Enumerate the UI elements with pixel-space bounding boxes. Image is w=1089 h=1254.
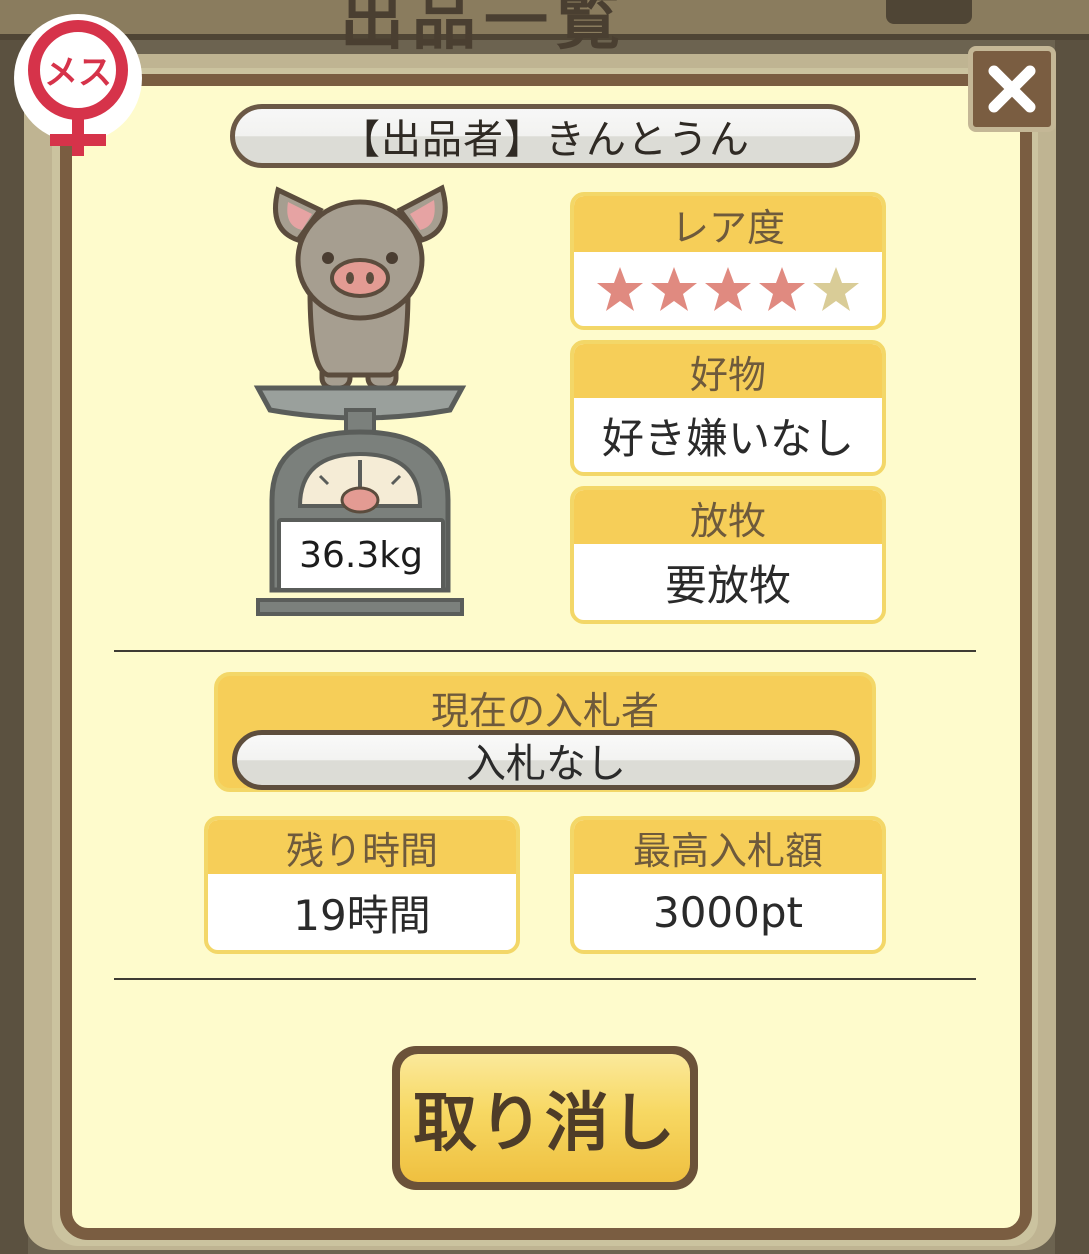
max-bid-label: 最高入札額 [574, 820, 882, 874]
weight-value: 36.3kg [299, 534, 423, 576]
star-rating [595, 265, 861, 313]
time-left-value: 19時間 [293, 890, 431, 940]
cancel-button-label: 取り消し [413, 1087, 677, 1161]
favorite-food-value: 好き嫌いなし [601, 413, 854, 463]
time-left-card: 残り時間 19時間 [204, 816, 520, 954]
cancel-button-face: 取り消し [400, 1054, 690, 1182]
grazing-card: 放牧 要放牧 [570, 486, 886, 624]
star-filled-icon [651, 267, 697, 311]
divider-bottom [114, 978, 976, 980]
time-left-label: 残り時間 [208, 820, 516, 874]
star-filled-icon [759, 267, 805, 311]
seller-name: 【出品者】きんとうん [340, 117, 750, 163]
current-bidder-label: 現在の入札者 [430, 689, 659, 733]
background-title: 出品一覧 [340, 0, 628, 59]
favorite-food-label: 好物 [574, 344, 882, 398]
star-filled-icon [705, 267, 751, 311]
max-bid-value: 3000pt [652, 887, 803, 937]
max-bid-card: 最高入札額 3000pt [570, 816, 886, 954]
background-close-button [886, 0, 972, 24]
gender-label: メス [44, 54, 112, 92]
female-symbol-icon: メス [14, 14, 142, 156]
divider-top [114, 650, 976, 652]
current-bidder-value: 入札なし [466, 741, 626, 787]
rarity-stars [574, 252, 882, 326]
favorite-food-card: 好物 好き嫌いなし [570, 340, 886, 476]
close-button[interactable] [968, 46, 1056, 132]
gender-badge: メス [10, 8, 148, 162]
star-filled-icon [597, 267, 643, 311]
seller-name-field: 【出品者】きんとうん [230, 104, 860, 168]
cancel-listing-button[interactable]: 取り消し [392, 1046, 698, 1190]
background-right-edge [1055, 40, 1089, 1254]
weight-display: 36.3kg [277, 518, 445, 592]
star-empty-icon [813, 267, 859, 311]
current-bidder-card: 現在の入札者 入札なし [214, 672, 876, 792]
grazing-value: 要放牧 [664, 560, 791, 610]
current-bidder-field: 入札なし [232, 730, 860, 790]
rarity-card: レア度 [570, 192, 886, 330]
grazing-label: 放牧 [574, 490, 882, 544]
close-icon [988, 65, 1036, 113]
rarity-label: レア度 [574, 196, 882, 252]
